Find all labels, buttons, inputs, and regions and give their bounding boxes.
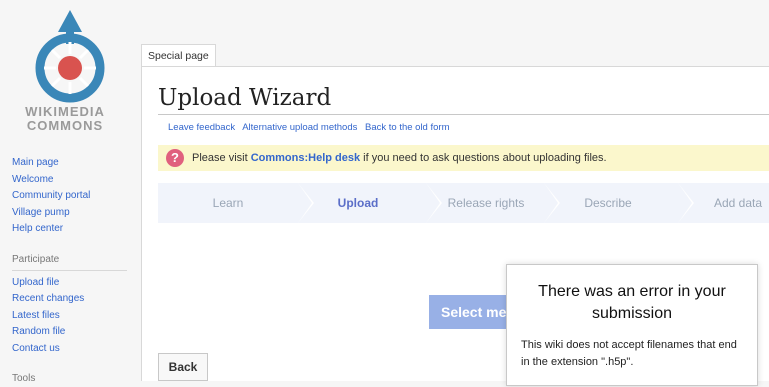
help-desk-link[interactable]: Commons:Help desk — [251, 152, 360, 164]
notice-text: Please visit Commons:Help desk if you ne… — [192, 152, 607, 164]
alternative-upload-link[interactable]: Alternative upload methods — [242, 122, 357, 133]
sidebar-item-welcome[interactable]: Welcome — [12, 172, 142, 189]
header-links: Leave feedback Alternative upload method… — [168, 122, 454, 133]
step-learn: Learn — [212, 196, 244, 210]
sidebar-item-upload-file[interactable]: Upload file — [12, 275, 142, 292]
page-title: Upload Wizard — [158, 85, 332, 111]
error-message: This wiki does not accept filenames that… — [521, 339, 737, 368]
step-add-data: Add data — [713, 196, 763, 210]
notice-prefix: Please visit — [192, 152, 251, 164]
logo-line2: COMMONS — [26, 118, 104, 133]
tab-bar: Special page — [141, 44, 769, 67]
help-icon: ? — [166, 149, 184, 167]
step-release-rights: Release rights — [447, 196, 525, 210]
sidebar-item-contact-us[interactable]: Contact us — [12, 341, 142, 358]
tab-special-page[interactable]: Special page — [141, 44, 216, 67]
sidebar-item-village-pump[interactable]: Village pump — [12, 205, 142, 222]
sidebar-item-community-portal[interactable]: Community portal — [12, 188, 142, 205]
step-describe: Describe — [584, 196, 632, 210]
help-notice: ? Please visit Commons:Help desk if you … — [158, 145, 769, 171]
sidebar-item-recent-changes[interactable]: Recent changes — [12, 291, 142, 308]
leave-feedback-link[interactable]: Leave feedback — [168, 122, 235, 133]
sidebar-heading-participate: Participate — [12, 253, 60, 265]
back-button[interactable]: Back — [158, 353, 208, 381]
wizard-steps: Learn Upload Release rights Describe Add… — [158, 183, 769, 223]
sidebar-item-random-file[interactable]: Random file — [12, 324, 142, 341]
notice-suffix: if you need to ask questions about uploa… — [360, 152, 607, 164]
sidebar-item-main-page[interactable]: Main page — [12, 155, 142, 172]
error-title: There was an error in your submission — [538, 283, 726, 322]
error-dialog: There was an error in your submission Th… — [506, 264, 758, 386]
sidebar-divider — [12, 269, 127, 271]
title-divider — [158, 114, 769, 115]
sidebar: Main page Welcome Community portal Villa… — [12, 155, 142, 387]
sidebar-item-help-center[interactable]: Help center — [12, 221, 142, 238]
logo-line1: WIKIMEDIA — [25, 104, 105, 119]
sidebar-heading-tools[interactable]: Tools — [12, 371, 142, 387]
step-upload: Upload — [337, 196, 379, 210]
logo-wordmark: WIKIMEDIA COMMONS — [10, 104, 120, 133]
sidebar-item-latest-files[interactable]: Latest files — [12, 308, 142, 325]
old-form-link[interactable]: Back to the old form — [365, 122, 449, 133]
